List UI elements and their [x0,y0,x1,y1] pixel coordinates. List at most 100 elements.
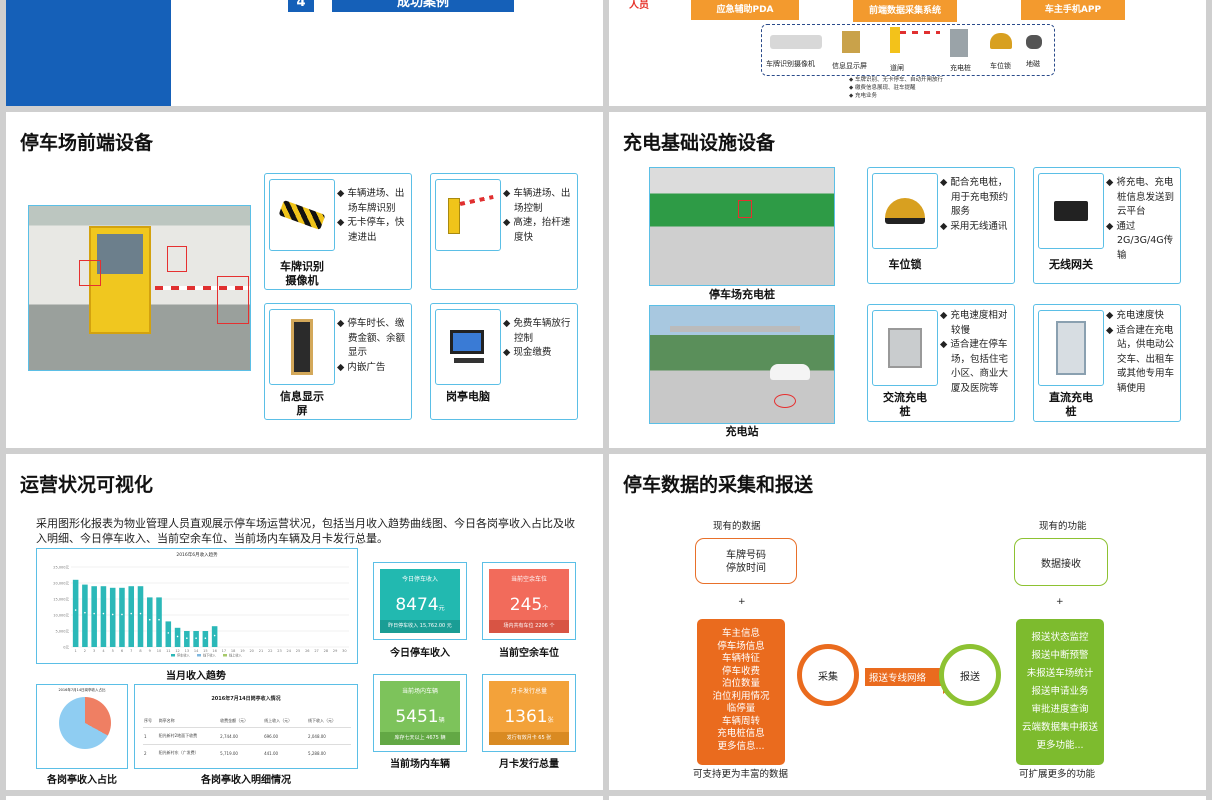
bar [82,584,88,647]
charging-station-photo [649,305,835,424]
slide-data-flow: 停车数据的采集和报送 现有的数据 现有的功能 车牌号码 停放时间 数据接收 + … [609,454,1206,790]
card-gateway[interactable]: ◆ 将充电、充电桩信息发送到云平台 ◆ 通过2G/3G/4G传输 无线网关 [1033,167,1181,284]
x-tick-label: 13 [185,649,189,653]
card-label: 交流充电 桩 [883,391,927,418]
dc-charger-bullets: ◆ 充电速度快 ◆ 适合建在充电站，供电动公交车、出租车或其他专用车辆使用 [1106,309,1180,396]
bullet: ◆ 停车时长、缴费金额、余额显示 [337,318,406,358]
highlight-box [79,260,101,286]
chart-caption: 当月收入趋势 [166,671,226,682]
slide-title: 充电基础设施设备 [623,132,776,154]
note: ◆ 充电业务 [849,93,877,99]
bullet: ◆ 充电速度相对较慢 [940,310,1008,336]
kpi-caption: 月卡发行总量 [499,759,559,770]
x-tick-label: 25 [296,649,300,653]
kpi-value: 5451辆 [395,707,445,727]
bullet: ◆ 高速，抬杆速度快 [503,217,571,243]
legend-swatch [197,654,201,657]
td: 2,048.00 [307,727,351,745]
bullet: ◆ 通过2G/3G/4G传输 [1106,220,1174,261]
card-pc[interactable]: ◆ 免费车辆放行控制 ◆ 现金缴费 岗亭电脑 [430,303,578,420]
dc-charger-icon [1056,321,1086,375]
data-item: 停车收费 [721,665,760,677]
trend-chart: 25,000元20,000元15,000元10,000元5,000元0元1 2 3 4… [53,566,349,658]
gate-icon [890,27,900,53]
x-tick-label: 4 [102,649,105,653]
x-tick-label: 24 [287,649,292,653]
kpi-caption: 当前空余车位 [499,648,559,659]
bullet: ◆ 采用无线通讯 [940,220,1008,232]
parking-charger-photo [649,167,835,286]
data-item: 车主信息 [721,628,760,639]
photo-label: 充电站 [725,425,759,438]
kpi-free-spaces[interactable]: 当前空余车位 245个 场内共有车位 2206 个 [482,562,576,640]
bullet: ◆ 配合充电桩，用于充电预约服务 [940,177,1009,217]
table-row: 2 阳光新村东（广发费） 5,719.00 441.00 5,288.00 [143,745,351,762]
bar [109,587,116,647]
x-tick-label: 16 [212,649,216,653]
bar [193,631,199,647]
report-label: 报送 [960,671,980,683]
x-tick-label: 3 [93,649,95,653]
legend-label: 停车收入 [177,653,191,658]
display-icon [291,319,313,375]
card-lock[interactable]: ◆ 配合充电桩，用于充电预约服务 ◆ 采用无线通讯 车位锁 [867,167,1015,284]
camera-icon [770,35,822,49]
td: 5,288.00 [308,750,326,756]
trend-chart-panel: 2016年6月收入趋势 25,000元 20,000元 15,000元 10,000元… [36,548,358,664]
card-ac-charger[interactable]: ◆ 充电速度相对较慢 ◆ 适合建在停车场，包括住宅小区、商业大厦及医院等 交流充… [867,304,1015,422]
table-row: 1 阳光新村2地面下收费 2,744.00 696.00 2,048.00 [143,727,351,745]
slide-charging: 充电基础设施设备 停车场充电桩 充电站 ◆ 配合充电桩，用于充电预约服务 ◆ 采… [609,112,1206,448]
kpi-monthly-cards[interactable]: 月卡发行总量 1361张 发行有效月卡 65 张 [482,674,576,752]
card-dc-charger[interactable]: ◆ 充电速度快 ◆ 适合建在充电站，供电动公交车、出租车或其他专用车辆使用 直流… [1033,304,1181,422]
x-tick-label: 19 [240,649,244,653]
x-tick-label: 11 [166,649,170,653]
bullet: ◆ 车辆进场、出场车牌识别 [337,188,405,214]
bullet: ◆ 内嵌广告 [337,361,386,373]
x-tick-label: 9 [149,649,151,653]
note: ◆ 车牌识别、无卡停车、自动开闸放行 [849,77,943,83]
x-tick-label: 27 [314,649,318,653]
note: ◆ 缴费信息展现、驻车提醒 [849,85,916,91]
kpi-vehicles-inside[interactable]: 当前场内车辆 5451辆 库存七天以上 4675 辆 [373,674,467,752]
bar [128,586,135,647]
kpi-today-income[interactable]: 今日停车收入 8474元 昨日停车收入 15,762.00 元 [373,562,467,640]
card-camera[interactable]: ◆ 车辆进场、出场车牌识别 ◆ 无卡停车，快速进出 车牌识别 摄像机 [264,173,412,290]
x-tick-label: 8 [139,649,141,653]
card-gate[interactable]: ◆ 车辆进场、出场控制 ◆ 高速，抬杆速度快 道闸 [430,173,578,337]
kpi-title: 月卡发行总量 [510,688,547,695]
left-top-box: 车牌号码 停放时间 [695,538,797,584]
point [186,637,188,639]
bar [119,587,125,647]
card-display[interactable]: ◆ 停车时长、缴费金额、余额显示 ◆ 内嵌广告 信息显示 屏 [264,303,412,420]
lock-icon-box [872,173,938,249]
x-tick-label: 12 [175,649,179,653]
left-head: 现有的数据 [713,521,761,532]
plus-left: + [738,597,746,607]
item: 车牌号码 [726,550,766,561]
gate-icon [448,198,460,234]
point [111,613,114,616]
x-tick-label: 14 [194,649,199,653]
device-label: 充电桩 [950,64,971,72]
function-item: 未报送车场统计 [1026,668,1094,679]
card-label: 直流充电 桩 [1049,391,1093,418]
kpi-title: 当前空余车位 [510,576,547,583]
device-label: 信息显示屏 [832,62,867,70]
td: 5,719.00 [220,750,238,756]
th: 线上收入（元） [263,715,308,728]
frontend-system-button[interactable]: 前端数据采集系统 [853,0,957,22]
point [204,637,207,639]
lock-icon [885,198,925,224]
x-tick-label: 5 [112,649,114,653]
pie-panel: 2016年7月14日岗亭收入占比 [36,684,128,769]
monitor-icon [450,330,484,354]
pie-caption: 各岗亭收入占比 [47,775,117,786]
kpi-inner: 月卡发行总量 1361张 发行有效月卡 65 张 [489,681,569,745]
card-label: 车位锁 [888,258,922,271]
bar [184,631,190,647]
td: 1 [143,727,158,745]
pda-button[interactable]: 应急辅助PDA [691,0,799,20]
td: 2,744.00 [219,727,264,745]
function-item: 报送申请业务 [1031,686,1089,697]
app-button[interactable]: 车主手机APP [1021,0,1125,20]
